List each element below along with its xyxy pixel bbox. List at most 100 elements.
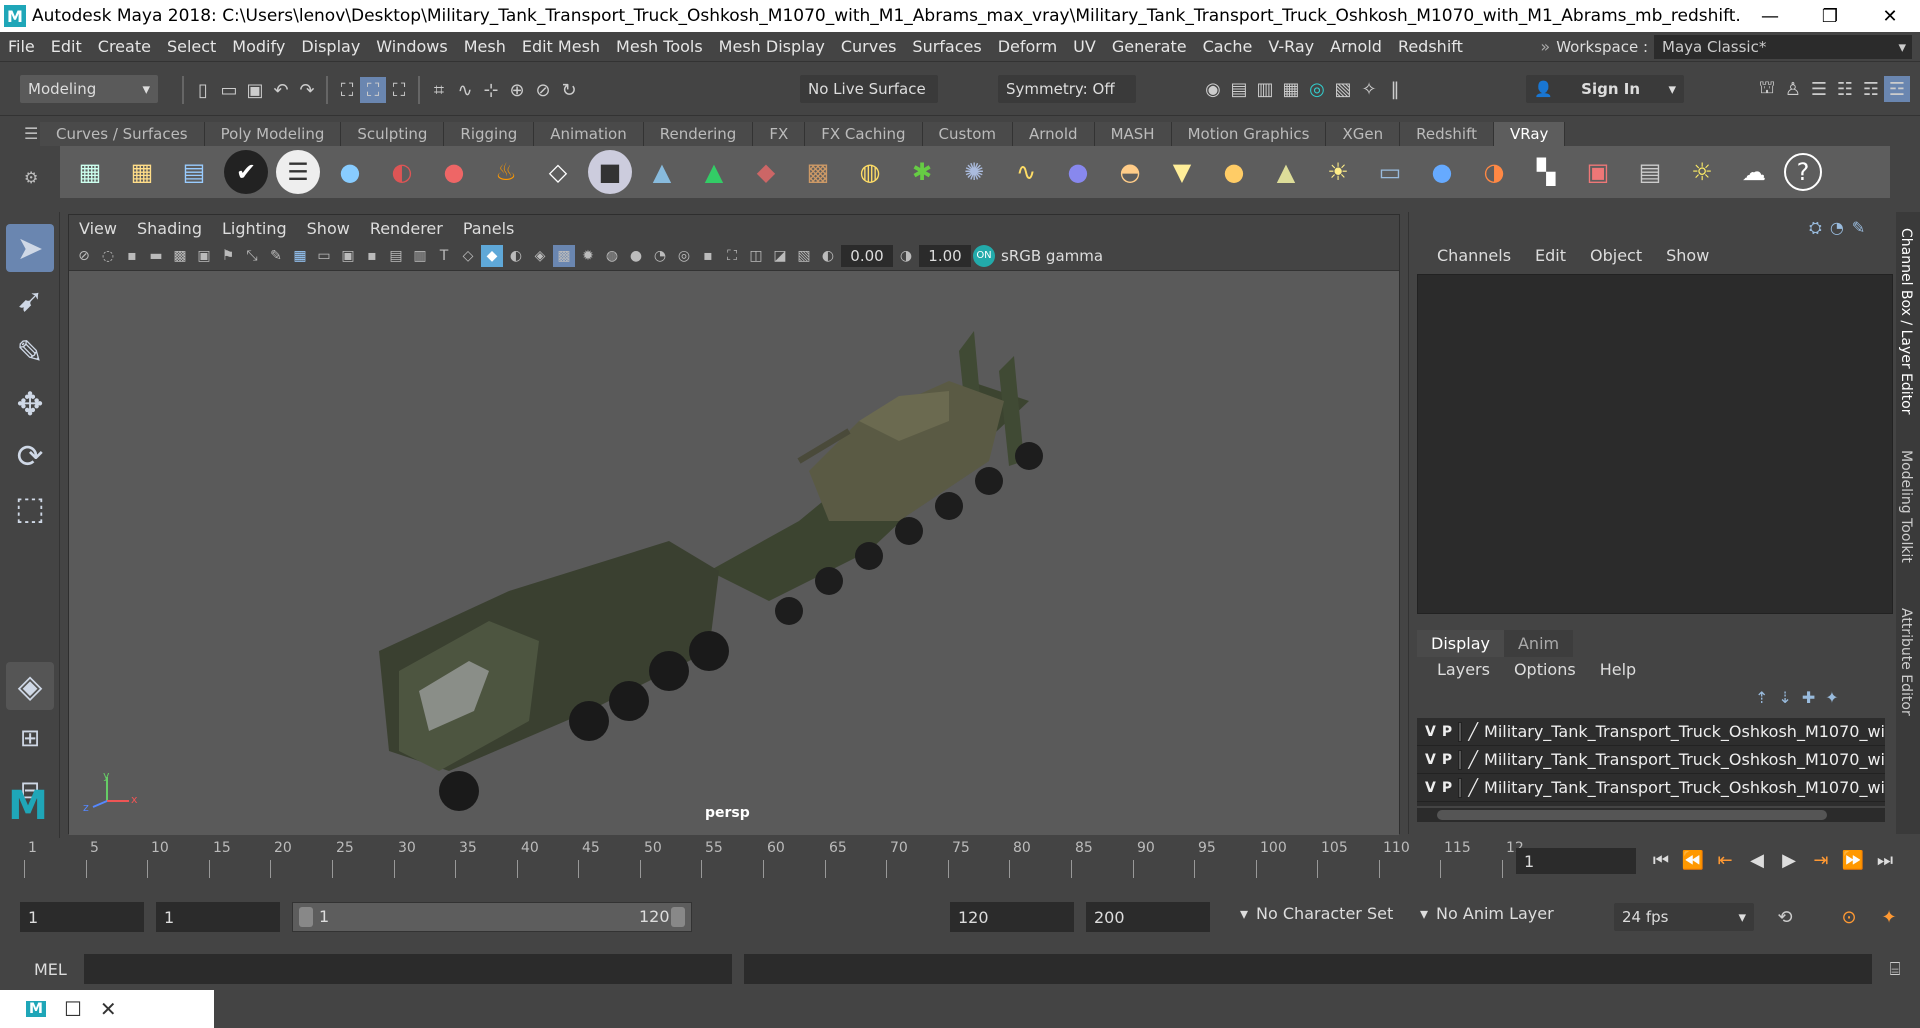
layer-menu-options[interactable]: Options (1502, 660, 1588, 679)
select-component-icon[interactable]: ⛶ (386, 77, 412, 103)
menu-windows[interactable]: Windows (368, 37, 455, 56)
vray-mesh-light-icon[interactable]: ● (1056, 150, 1100, 194)
grease-pencil-icon[interactable]: ✎ (265, 245, 287, 267)
animation-end-field[interactable]: 200 (1086, 902, 1210, 932)
layer-color-swatch[interactable] (1458, 721, 1463, 742)
menu-redshift[interactable]: Redshift (1390, 37, 1471, 56)
snap-projected-icon[interactable]: ⊕ (504, 77, 530, 103)
range-start-handle[interactable] (299, 907, 313, 927)
layer-row[interactable]: V P ╱ Military_Tank_Transport_Truck_Oshk… (1417, 774, 1885, 802)
tab-redshift[interactable]: Redshift (1400, 122, 1494, 146)
select-tool-icon[interactable]: ➤ (6, 224, 54, 272)
layer-menu-help[interactable]: Help (1588, 660, 1648, 679)
channel-box-icon[interactable]: ☶ (1858, 76, 1884, 102)
vray-ies-light-icon[interactable]: ▲ (1264, 150, 1308, 194)
current-frame-field[interactable]: 1 (1516, 848, 1636, 874)
restore-icon[interactable]: ☐ (64, 997, 82, 1021)
tab-rigging[interactable]: Rigging (444, 122, 535, 146)
vray-displacement-icon[interactable]: ◆ (744, 150, 788, 194)
tab-arnold[interactable]: Arnold (1013, 122, 1095, 146)
vray-light-lister-icon[interactable]: ☼ (1680, 150, 1724, 194)
anim-prefs-icon[interactable]: ✦ (1876, 904, 1902, 930)
tab-poly-modeling[interactable]: Poly Modeling (204, 122, 342, 146)
vray-import-icon[interactable]: ▦ (120, 150, 164, 194)
layer-row[interactable]: V P ╱ Military_Tank_Transport_Truck_Oshk… (1417, 718, 1885, 746)
vray-material-icon[interactable]: ● (432, 150, 476, 194)
camera-attr-icon[interactable]: ▬ (145, 245, 167, 267)
camera-lock-icon[interactable]: ◌ (97, 245, 119, 267)
layer-editor-icon[interactable]: ☲ (1884, 76, 1910, 102)
single-layout-icon[interactable]: ◈ (6, 662, 54, 710)
isolate-select-icon[interactable]: ⛶ (721, 245, 743, 267)
channel-box-area[interactable] (1417, 274, 1893, 614)
layer-list-scrollbar[interactable] (1417, 808, 1885, 822)
close-button[interactable]: ✕ (1860, 6, 1920, 27)
exposure-icon[interactable]: ◐ (817, 245, 839, 267)
channel-box-menu-object[interactable]: Object (1578, 246, 1654, 265)
snap-point-icon[interactable]: ⊹ (478, 77, 504, 103)
menu-modify[interactable]: Modify (224, 37, 293, 56)
layer-menu-layers[interactable]: Layers (1425, 660, 1502, 679)
menu-edit-mesh[interactable]: Edit Mesh (514, 37, 608, 56)
vray-export-icon[interactable]: ▦ (68, 150, 112, 194)
undo-icon[interactable]: ↶ (268, 77, 294, 103)
go-to-start-icon[interactable]: ⏮ (1648, 846, 1674, 874)
more-menus-icon[interactable]: » (1540, 37, 1550, 56)
menu-cache[interactable]: Cache (1195, 37, 1261, 56)
layer-playback-toggle[interactable]: P (1442, 752, 1452, 768)
dof-icon[interactable]: ▪ (697, 245, 719, 267)
pause-viewport-icon[interactable]: ‖ (1382, 76, 1408, 102)
layer-playback-toggle[interactable]: P (1442, 780, 1452, 796)
new-layer-selected-icon[interactable]: ✦ (1825, 688, 1838, 707)
attribute-editor-icon[interactable]: ☰ (1806, 76, 1832, 102)
hypershade-icon[interactable]: ◎ (1304, 76, 1330, 102)
rotate-tool-icon[interactable]: ⟳ (6, 432, 54, 480)
gamma-icon[interactable]: ◑ (895, 245, 917, 267)
shelf-menu-icon[interactable]: ☰ (24, 124, 38, 143)
mode-dropdown[interactable]: Modeling ▾ (20, 75, 158, 103)
field-chart-icon[interactable]: ▤ (385, 245, 407, 267)
gamma-field[interactable]: 1.00 (919, 244, 971, 267)
menu-arnold[interactable]: Arnold (1322, 37, 1390, 56)
playback-end-field[interactable]: 120 (950, 902, 1074, 932)
vray-sphere-icon[interactable]: ● (328, 150, 372, 194)
snap-live-icon[interactable]: ↻ (556, 77, 582, 103)
tab-custom[interactable]: Custom (922, 122, 1014, 146)
vray-texture-icon[interactable]: ▩ (796, 150, 840, 194)
human-ik-icon[interactable]: ♙ (1780, 76, 1806, 102)
select-object-icon[interactable]: ⛶ (360, 77, 386, 103)
tab-fx-caching[interactable]: FX Caching (805, 122, 923, 146)
step-back-frame-icon[interactable]: ⇤ (1712, 846, 1738, 874)
play-forwards-icon[interactable]: ▶ (1776, 846, 1802, 874)
live-surface-field[interactable]: No Live Surface (800, 75, 938, 103)
use-lights-icon[interactable]: ✹ (577, 245, 599, 267)
help-icon[interactable]: ? (1784, 153, 1822, 191)
menu-file[interactable]: File (0, 37, 43, 56)
gear-icon[interactable]: ⚙ (24, 168, 38, 187)
xray-active-icon[interactable]: ◪ (769, 245, 791, 267)
maximize-button[interactable]: ❐ (1800, 6, 1860, 27)
vray-frame-buffer-icon[interactable]: ☰ (276, 150, 320, 194)
layer-color-swatch[interactable] (1458, 749, 1463, 770)
image-plane-icon[interactable]: ▩ (169, 245, 191, 267)
safe-title-icon[interactable]: T (433, 245, 455, 267)
shadows-icon[interactable]: ◍ (601, 245, 623, 267)
modeling-toolkit-icon[interactable]: ⛫ (1754, 76, 1780, 102)
layer-row[interactable]: V P ╱ Military_Tank_Transport_Truck_Oshk… (1417, 746, 1885, 774)
new-scene-icon[interactable]: ▯ (190, 77, 216, 103)
bookmark-icon[interactable]: ▪ (121, 245, 143, 267)
scale-tool-icon[interactable]: ⬚ (6, 484, 54, 532)
default-material-icon[interactable]: ◐ (505, 245, 527, 267)
channel-box-menu-channels[interactable]: Channels (1425, 246, 1523, 265)
vray-dome-icon[interactable]: ◍ (848, 150, 892, 194)
tab-xgen[interactable]: XGen (1326, 122, 1401, 146)
viewport-menu-show[interactable]: Show (297, 219, 360, 238)
tab-display[interactable]: Display (1417, 630, 1504, 657)
layer-playback-toggle[interactable]: P (1442, 724, 1452, 740)
tab-sculpting[interactable]: Sculpting (341, 122, 445, 146)
menu-create[interactable]: Create (90, 37, 159, 56)
vray-sky-icon[interactable]: ◓ (1108, 150, 1152, 194)
animation-start-field[interactable]: 1 (20, 902, 144, 932)
textured-icon[interactable]: ▩ (553, 244, 575, 267)
new-layer-icon[interactable]: ✚ (1802, 688, 1815, 707)
